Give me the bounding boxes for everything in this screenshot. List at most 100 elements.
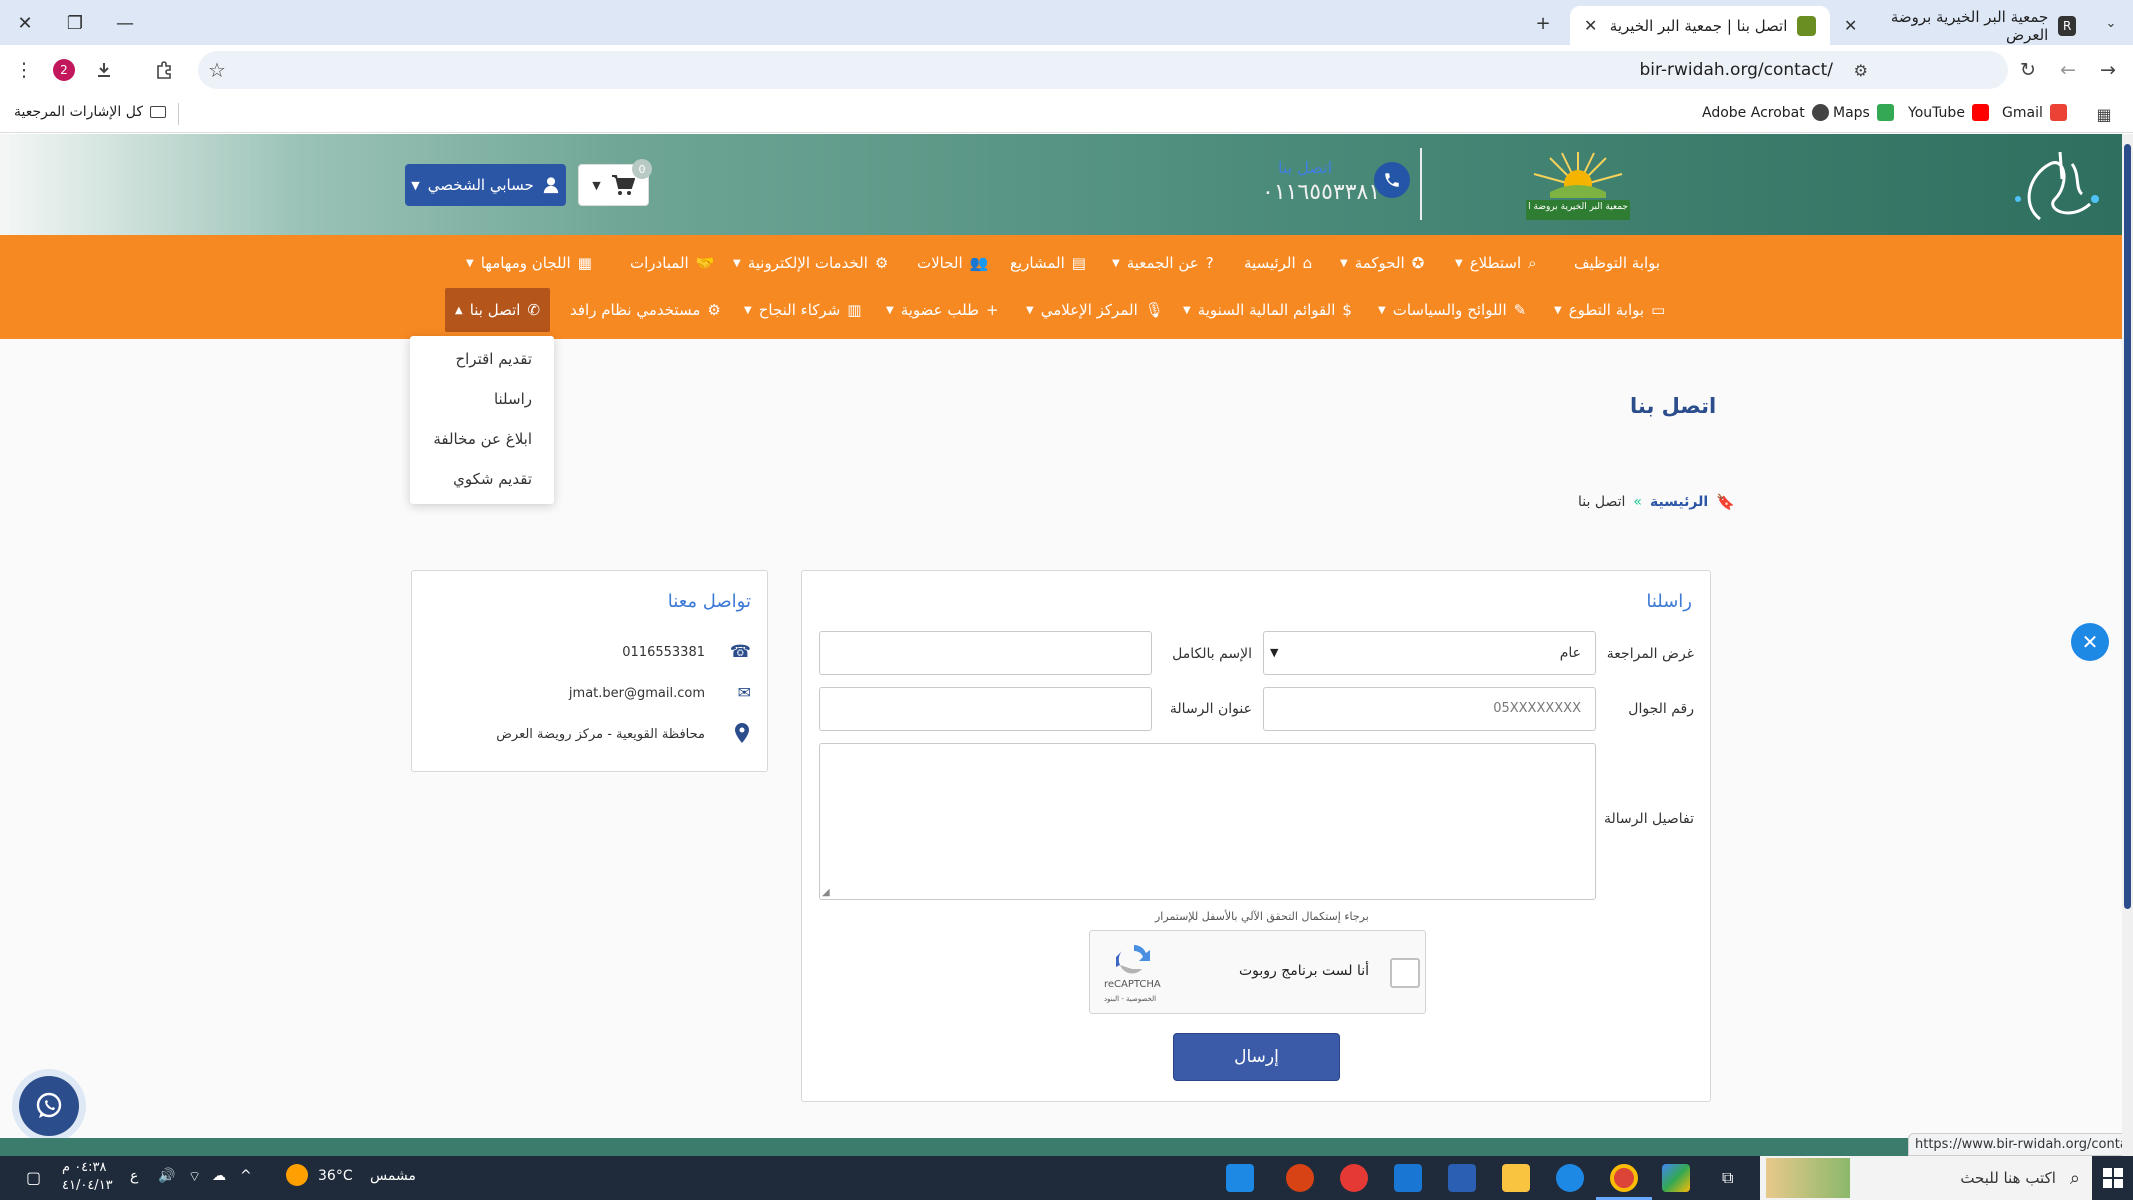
- all-bookmarks-link[interactable]: كل الإشارات المرجعية: [14, 104, 166, 120]
- captcha-brand: reCAPTCHA: [1104, 979, 1161, 990]
- breadcrumb-separator: »: [1633, 494, 1642, 510]
- bookmark-adobe[interactable]: Adobe Acrobat: [1702, 104, 1829, 121]
- newspaper-icon: ▤: [1071, 254, 1086, 272]
- reload-icon[interactable]: ↻: [2014, 56, 2042, 84]
- nav-item-about[interactable]: ? عن الجمعية ▼: [1112, 245, 1214, 281]
- address-bar[interactable]: ☆ bir-rwidah.org/contact/ ⚙: [198, 51, 2008, 89]
- chevron-down-icon: ▼: [1378, 304, 1386, 316]
- weather-temperature[interactable]: 36°C: [318, 1168, 353, 1184]
- page-scrollbar[interactable]: [2122, 134, 2133, 1156]
- extensions-icon[interactable]: [150, 56, 178, 84]
- nav-item-survey[interactable]: ⌕ استطلاع ▼: [1455, 245, 1537, 281]
- close-floating-button[interactable]: ✕: [2071, 623, 2109, 661]
- task-view-icon[interactable]: ⧉: [1722, 1168, 1733, 1188]
- my-account-button[interactable]: حسابي الشخصي ▼: [405, 164, 566, 206]
- captcha-links[interactable]: الخصوصية - البنود: [1104, 995, 1156, 1003]
- contact-phone[interactable]: 0116553381: [622, 645, 705, 660]
- edge-app-icon[interactable]: [1556, 1164, 1584, 1192]
- taskbar-search[interactable]: ⌕ اكتب هنا للبحث: [1760, 1156, 2092, 1200]
- nav-item-membership[interactable]: + طلب عضوية ▼: [886, 292, 999, 328]
- nav-item-financial-statements[interactable]: $ القوائم المالية السنوية ▼: [1183, 292, 1352, 328]
- breadcrumb-home[interactable]: الرئيسية: [1650, 494, 1708, 510]
- nav-item-home[interactable]: ⌂ الرئيسية: [1244, 245, 1312, 281]
- copilot-app-icon[interactable]: [1662, 1164, 1690, 1192]
- shopping-cart-icon: [611, 175, 635, 195]
- onedrive-icon[interactable]: ☁: [212, 1168, 226, 1184]
- dropdown-item-report-violation[interactable]: ابلاغ عن مخالفة: [433, 430, 532, 448]
- wifi-icon[interactable]: ⌔: [188, 1168, 201, 1186]
- purpose-select[interactable]: عام ▼: [1263, 631, 1596, 675]
- site-logo[interactable]: جمعية البر الخيرية بروضة العرض: [1520, 148, 1636, 222]
- subject-input[interactable]: [819, 687, 1152, 731]
- dropdown-item-suggestion[interactable]: تقديم اقتراح: [455, 350, 532, 368]
- downloads-icon[interactable]: [90, 56, 118, 84]
- chevron-down-icon: ▼: [1183, 304, 1191, 316]
- recaptcha-logo-icon: [1114, 941, 1154, 975]
- whatsapp-button[interactable]: [12, 1069, 86, 1143]
- nav-item-policies[interactable]: ✎ اللوائح والسياسات ▼: [1378, 292, 1526, 328]
- clock-date[interactable]: ٤١/٠٤/١٣: [62, 1178, 113, 1193]
- dropdown-item-message-us[interactable]: راسلنا: [494, 390, 532, 408]
- dropdown-item-complaint[interactable]: تقديم شكوي: [453, 470, 532, 488]
- logo-text: جمعية البر الخيرية بروضة العرض: [1528, 202, 1628, 212]
- nav-item-partners[interactable]: ▥ شركاء النجاح ▼: [744, 292, 861, 328]
- window-restore-icon[interactable]: ❐: [62, 10, 88, 36]
- nav-item-e-services[interactable]: ⚙ الخدمات الإلكترونية ▼: [733, 245, 888, 281]
- chevron-down-icon: ▼: [1455, 257, 1463, 269]
- full-name-input[interactable]: [819, 631, 1152, 675]
- tab-contact[interactable]: اتصل بنا | جمعية البر الخيرية برو... ✕: [1570, 6, 1830, 45]
- tray-expand-icon[interactable]: ^: [240, 1168, 252, 1184]
- forward-icon[interactable]: ←: [2054, 56, 2082, 84]
- site-settings-icon[interactable]: ⚙: [1854, 61, 1868, 80]
- chrome-app-icon[interactable]: [1610, 1164, 1638, 1192]
- nav-item-initiatives[interactable]: 🤝 المبادرات: [630, 245, 714, 281]
- cart-button[interactable]: ▼ 0: [578, 159, 652, 206]
- nav-item-governance[interactable]: ✪ الحوكمة ▼: [1340, 245, 1424, 281]
- new-tab-button[interactable]: +: [1530, 10, 1556, 36]
- form-title: راسلنا: [1646, 591, 1692, 612]
- profile-avatar[interactable]: 2: [50, 56, 78, 84]
- powerpoint-app-icon[interactable]: [1286, 1164, 1314, 1192]
- nav-item-volunteer-portal[interactable]: ▭ بوابة التطوع ▼: [1554, 292, 1665, 328]
- notifications-icon[interactable]: ▢: [26, 1168, 41, 1187]
- details-textarea[interactable]: ◢: [819, 743, 1596, 900]
- menu-kebab-icon[interactable]: ⋮: [10, 56, 38, 84]
- apps-grid-icon[interactable]: ▦: [2090, 100, 2118, 128]
- bookmark-star-icon[interactable]: ☆: [208, 58, 226, 82]
- back-icon[interactable]: →: [2094, 56, 2122, 84]
- bookmark-youtube[interactable]: YouTube: [1908, 104, 1989, 121]
- input-language[interactable]: ع: [130, 1168, 138, 1184]
- window-minimize-icon[interactable]: —: [112, 10, 138, 36]
- nav-item-rafed-users[interactable]: ⚙ مستخدمي نظام رافد: [570, 292, 721, 328]
- mobile-input[interactable]: 05XXXXXXXX: [1263, 687, 1596, 731]
- file-explorer-icon[interactable]: [1502, 1164, 1530, 1192]
- nav-item-cases[interactable]: 👥 الحالات: [917, 245, 988, 281]
- mail-app-icon[interactable]: [1394, 1164, 1422, 1192]
- opera-app-icon[interactable]: [1340, 1164, 1368, 1192]
- paint-app-icon[interactable]: [1226, 1164, 1254, 1192]
- nav-label: اتصل بنا: [469, 301, 521, 319]
- tab-close-icon[interactable]: ✕: [1584, 16, 1597, 35]
- contact-email[interactable]: jmat.ber@gmail.com: [569, 686, 705, 701]
- tab-search-icon[interactable]: ⌄: [2098, 10, 2124, 36]
- submit-button[interactable]: إرسال: [1173, 1033, 1340, 1081]
- nav-item-jobs-portal[interactable]: بوابة التوظيف: [1574, 245, 1660, 281]
- start-button[interactable]: [2092, 1156, 2133, 1200]
- clock-time[interactable]: ٠٤:٣٨ م: [62, 1160, 107, 1175]
- bookmark-maps[interactable]: Maps: [1833, 104, 1894, 121]
- scrollbar-thumb[interactable]: [2124, 144, 2131, 909]
- bookmark-gmail[interactable]: Gmail: [2002, 104, 2067, 121]
- store-app-icon[interactable]: [1448, 1164, 1476, 1192]
- resize-handle-icon[interactable]: ◢: [822, 887, 830, 898]
- call-us-label: اتصل بنا: [1278, 158, 1333, 177]
- captcha-checkbox[interactable]: [1390, 958, 1420, 988]
- nav-item-contact-us[interactable]: ✆ اتصل بنا ▲: [445, 288, 551, 332]
- nav-item-projects[interactable]: ▤ المشاريع: [1010, 245, 1086, 281]
- volume-icon[interactable]: 🔊: [158, 1168, 175, 1184]
- nav-item-media-center[interactable]: 🎙 المركز الإعلامي ▼: [1026, 292, 1164, 328]
- nav-item-committees[interactable]: ▦ اللجان ومهامها ▼: [466, 245, 592, 281]
- mobile-label: رقم الجوال: [1628, 701, 1694, 717]
- tab-close-icon[interactable]: ✕: [1844, 16, 1857, 35]
- window-close-icon[interactable]: ✕: [12, 10, 38, 36]
- tab-home[interactable]: R جمعية البر الخيرية بروضة العرض ✕: [1830, 6, 2090, 45]
